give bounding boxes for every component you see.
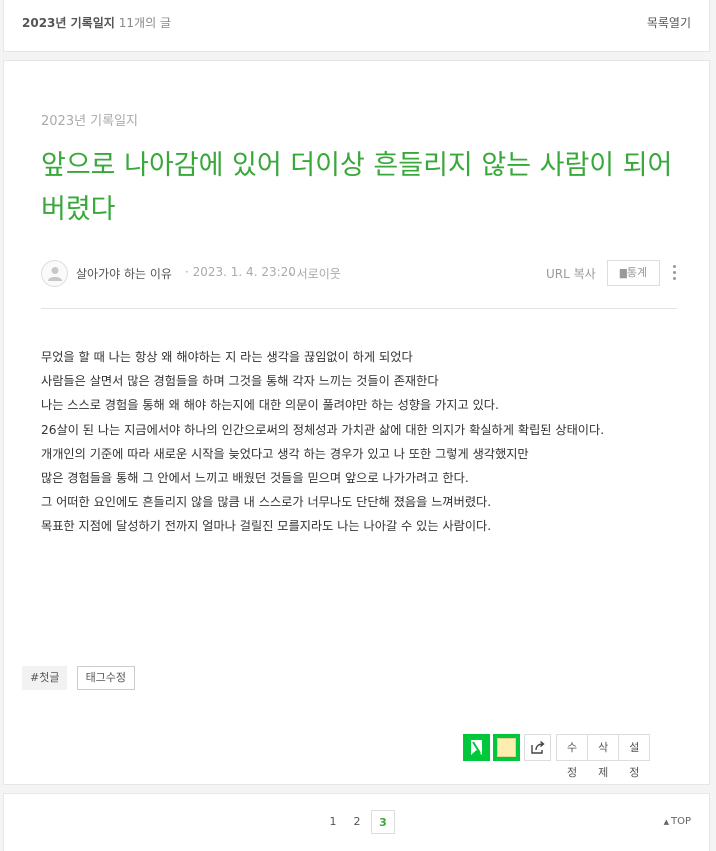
settings-button[interactable]: 설정⌵ (618, 735, 649, 804)
avatar[interactable] (41, 260, 68, 287)
bookmark-button[interactable] (463, 734, 490, 761)
category-title[interactable]: 2023년 기록일지 11개의 글 (22, 14, 171, 31)
tag-edit-button[interactable]: 태그수정 (76, 666, 136, 690)
body-paragraph: 사람들은 살면서 많은 경험들을 하며 그것을 통해 각자 느끼는 것들이 존재… (41, 374, 439, 389)
memo-icon (497, 738, 516, 757)
bookmark-icon (471, 740, 482, 755)
category-name[interactable]: 2023년 기록일지 (22, 16, 115, 30)
url-copy-button[interactable]: URL 복사 (546, 265, 596, 282)
stats-button[interactable]: ▇통계 (607, 260, 660, 286)
post-body: 무었을 할 때 나는 항상 왜 해야하는 지 라는 생각을 끊임없이 하게 되었… (41, 345, 691, 539)
post-count: 11개의 글 (118, 16, 171, 30)
top-label: TOP (670, 816, 691, 827)
chart-icon: ▇ (619, 269, 627, 279)
body-paragraph: 개개인의 기준에 따라 새로운 시작을 늦었다고 생각 하는 경우가 있고 나 … (41, 446, 529, 461)
tag-list: #첫글 태그수정 (22, 666, 139, 690)
body-paragraph: 무었을 할 때 나는 항상 왜 해야하는 지 라는 생각을 끊임없이 하게 되었… (41, 350, 413, 364)
tag-item[interactable]: #첫글 (22, 666, 68, 690)
settings-label: 설정 (629, 741, 640, 779)
memo-button[interactable] (493, 734, 520, 761)
post-meta: 살아가야 하는 이유 · 2023. 1. 4. 23:20 · 서로이웃 UR… (41, 259, 679, 289)
body-paragraph: 목표한 지점에 달성하기 전까지 얼마나 걸릴진 모를지라도 나는 나아갈 수 … (41, 519, 492, 534)
pagination-bar: 1 2 3 ▲ TOP (3, 793, 710, 851)
pagination: 1 2 3 (321, 810, 395, 834)
edit-button[interactable]: 수정 (557, 735, 587, 779)
visibility-label: · 서로이웃 (289, 267, 341, 281)
author-name[interactable]: 살아가야 하는 이유 (76, 265, 172, 282)
scroll-top-button[interactable]: ▲ TOP (664, 816, 691, 827)
divider (41, 308, 677, 309)
post-title: 앞으로 나아감에 있어 더이상 흔들리지 않는 사람이 되어 버렸다 (41, 150, 673, 225)
page-link[interactable]: 2 (345, 810, 369, 834)
post-category[interactable]: 2023년 기록일지 (41, 110, 138, 129)
stats-label: 통계 (626, 266, 648, 279)
body-paragraph: 26살이 된 나는 지금에서야 하나의 인간으로써의 정체성과 가치관 삶에 대… (41, 422, 605, 437)
open-list-button[interactable]: 목록열기 (647, 14, 691, 31)
body-paragraph: 많은 경험들을 통해 그 안에서 느끼고 배웠던 것들을 믿으며 앞으로 나가가… (41, 471, 469, 486)
page-link[interactable]: 1 (321, 810, 345, 834)
more-menu-icon[interactable] (669, 264, 679, 284)
share-icon (531, 740, 545, 754)
share-button[interactable] (524, 734, 551, 761)
user-icon (48, 267, 62, 281)
delete-button[interactable]: 삭제 (587, 735, 618, 779)
post-date: · 2023. 1. 4. 23:20 (185, 265, 296, 279)
triangle-up-icon: ▲ (663, 818, 669, 826)
post-manage-buttons: 수정 삭제 설정⌵ (556, 734, 651, 804)
body-paragraph: 나는 스스로 경험을 통해 왜 해야 하는지에 대한 의문이 풀려야만 하는 성… (41, 398, 499, 413)
body-paragraph: 그 어떠한 요인에도 흔들리지 않을 많큼 내 스스로가 너무나도 단단해 졌음… (41, 495, 492, 510)
page-link-current[interactable]: 3 (371, 810, 395, 834)
post-list-bar: 2023년 기록일지 11개의 글 목록열기 (3, 0, 710, 52)
post-container: 2023년 기록일지 앞으로 나아감에 있어 더이상 흔들리지 않는 사람이 되… (3, 60, 710, 804)
